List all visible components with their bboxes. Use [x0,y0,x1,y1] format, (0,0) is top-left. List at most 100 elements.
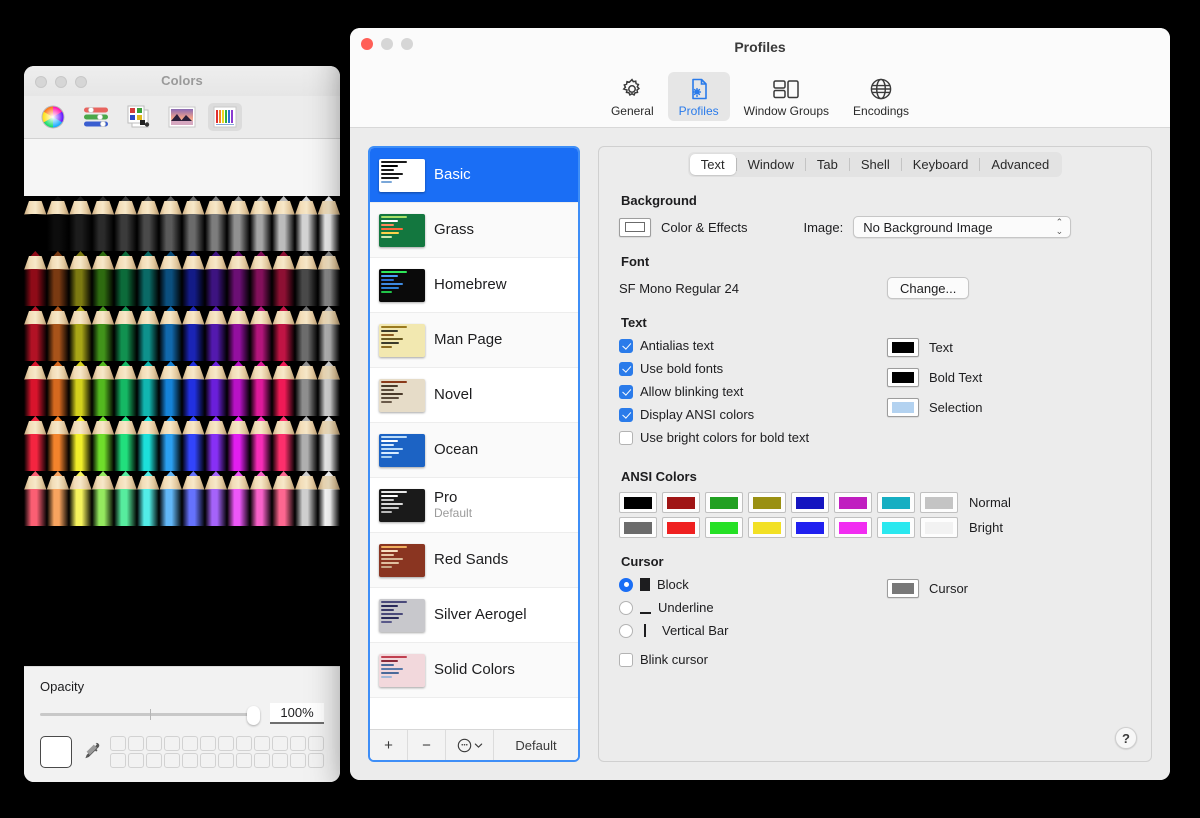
swatch-cell[interactable] [272,736,288,751]
add-profile-button[interactable]: + [370,730,408,760]
pencil-swatch[interactable] [46,361,70,416]
set-default-button[interactable]: Default [494,730,578,760]
pencil-swatch[interactable] [114,416,137,471]
pencil-swatch[interactable] [272,361,295,416]
swatch-cell[interactable] [272,753,288,768]
pencil-swatch[interactable] [204,251,228,306]
pencil-swatch[interactable] [24,251,47,306]
eyedropper-icon[interactable] [81,739,101,765]
pencil-swatch[interactable] [136,361,160,416]
pencil-swatch[interactable] [227,196,250,251]
pencil-swatch[interactable] [317,251,340,306]
pencil-swatch[interactable] [114,306,137,361]
pencil-swatch[interactable] [24,361,47,416]
pencil-swatch[interactable] [136,416,160,471]
pencil-swatch[interactable] [136,471,160,526]
pencil-swatch[interactable] [159,251,183,306]
pencil-swatch[interactable] [272,251,295,306]
pencil-swatch[interactable] [159,416,183,471]
close-button[interactable] [35,76,47,88]
pencil-swatch[interactable] [294,196,318,251]
pencil-swatch[interactable] [272,306,295,361]
pencil-swatch[interactable] [46,416,70,471]
saved-swatches-grid[interactable] [110,736,324,768]
blink-cursor-row[interactable]: Blink cursor [619,652,1131,667]
pencil-swatch[interactable] [272,471,295,526]
pencil-swatch[interactable] [69,251,92,306]
ansi-normal-swatch[interactable] [619,492,657,513]
pencil-swatch[interactable] [317,196,340,251]
color-effects-label[interactable]: Color & Effects [661,220,747,235]
opacity-value-field[interactable]: 100% [270,703,324,724]
cursor-option-row[interactable]: Vertical Bar [619,623,887,638]
pencils-tool[interactable] [208,103,242,131]
pencil-swatch[interactable] [227,251,250,306]
swatch-cell[interactable] [218,736,234,751]
tab-text[interactable]: Text [689,154,736,175]
pencil-swatch[interactable] [227,361,250,416]
pencil-swatch[interactable] [69,361,92,416]
pencil-swatch[interactable] [294,251,318,306]
close-button[interactable] [361,38,373,50]
pencil-swatch[interactable] [204,361,228,416]
pencil-swatch[interactable] [204,306,228,361]
pencil-swatch[interactable] [24,416,47,471]
ansi-bright-swatch[interactable] [834,517,872,538]
pencil-swatch[interactable] [46,306,70,361]
text-option-row[interactable]: Use bright colors for bold text [619,430,887,445]
pencil-swatch[interactable] [249,471,273,526]
pencil-swatch[interactable] [114,361,137,416]
pencil-swatch[interactable] [227,471,250,526]
profile-list-item[interactable]: Basic [370,148,578,203]
pencil-swatch[interactable] [136,251,160,306]
color-wheel-tool[interactable] [36,103,70,131]
pencil-swatch[interactable] [114,251,137,306]
maximize-button[interactable] [401,38,413,50]
text-option-row[interactable]: Antialias text [619,338,887,353]
ansi-normal-swatch[interactable] [920,492,958,513]
swatch-cell[interactable] [236,736,252,751]
tab-window[interactable]: Window [737,154,805,175]
profile-list-item[interactable]: Red Sands [370,533,578,588]
checkbox[interactable] [619,430,633,445]
pencil-swatch[interactable] [227,416,250,471]
help-button[interactable]: ? [1115,727,1137,749]
swatch-cell[interactable] [200,753,216,768]
profile-list-item[interactable]: Grass [370,203,578,258]
opacity-slider[interactable] [40,705,260,725]
swatch-cell[interactable] [164,736,180,751]
swatch-cell[interactable] [164,753,180,768]
swatch-cell[interactable] [308,736,324,751]
toolbar-item-general[interactable]: General [601,72,664,121]
pencil-swatch[interactable] [91,416,115,471]
ansi-bright-swatch[interactable] [705,517,743,538]
pencil-swatch[interactable] [249,306,273,361]
pencil-swatch[interactable] [24,471,47,526]
pencil-swatch[interactable] [204,416,228,471]
swatch-cell[interactable] [128,753,144,768]
ansi-normal-swatch[interactable] [791,492,829,513]
pencil-swatch[interactable] [24,196,47,251]
pencil-swatch[interactable] [91,306,115,361]
checkbox[interactable] [619,384,633,399]
current-color-well[interactable] [40,736,72,768]
swatch-cell[interactable] [110,753,126,768]
ansi-normal-swatch[interactable] [662,492,700,513]
pencil-swatch[interactable] [46,251,70,306]
swatch-cell[interactable] [182,736,198,751]
toolbar-item-encodings[interactable]: Encodings [843,72,919,121]
swatch-cell[interactable] [128,736,144,751]
pencil-swatch[interactable] [69,416,92,471]
color-palettes-tool[interactable] [122,103,156,131]
minimize-button[interactable] [381,38,393,50]
profile-list-item[interactable]: Homebrew [370,258,578,313]
tab-keyboard[interactable]: Keyboard [902,154,980,175]
remove-profile-button[interactable]: − [408,730,446,760]
pencil-swatch[interactable] [91,471,115,526]
maximize-button[interactable] [75,76,87,88]
background-color-well[interactable] [619,217,651,237]
pencil-swatch[interactable] [294,361,318,416]
profile-list-item[interactable]: Man Page [370,313,578,368]
pencil-swatch[interactable] [227,306,250,361]
background-image-select[interactable]: No Background Image ⌃ ⌄ [853,216,1072,238]
